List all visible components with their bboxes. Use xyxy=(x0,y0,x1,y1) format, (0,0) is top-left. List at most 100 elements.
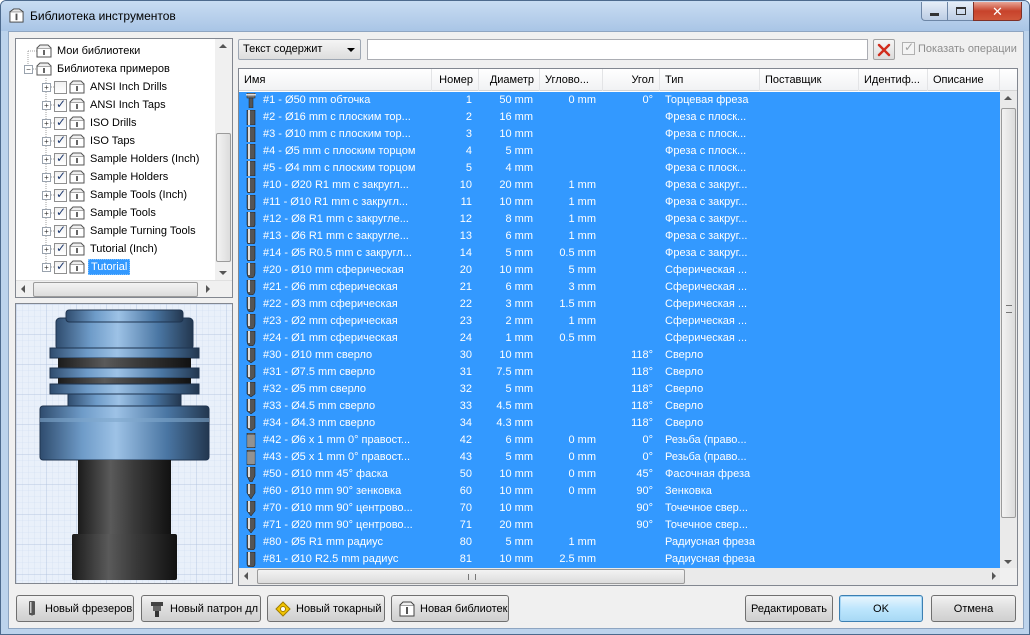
expand-icon[interactable]: + xyxy=(42,172,51,182)
scroll-thumb[interactable] xyxy=(1001,108,1016,518)
tree-item[interactable]: + Tutorial (Inch) xyxy=(42,240,159,258)
tree-item-checkbox[interactable] xyxy=(54,115,67,130)
scroll-left-arrow[interactable] xyxy=(21,285,25,293)
table-row[interactable]: #34 - Ø4.3 mm сверло 34 4.3 mm 118° Сверло xyxy=(239,415,1000,432)
scroll-up-arrow[interactable] xyxy=(219,44,227,48)
tree-vertical-scrollbar[interactable] xyxy=(215,39,232,280)
scroll-up-arrow[interactable] xyxy=(1004,96,1012,100)
tree-horizontal-scrollbar[interactable] xyxy=(16,280,232,297)
tree-item[interactable]: + Sample Tools (Inch) xyxy=(42,186,189,204)
table-row[interactable]: #60 - Ø10 mm 90° зенковка 60 10 mm 0 mm 90° З… xyxy=(239,483,1000,500)
scroll-left-arrow[interactable] xyxy=(244,572,248,580)
column-header[interactable]: Тип xyxy=(660,69,760,91)
table-row[interactable]: #13 - Ø6 R1 mm с закругле... 13 6 mm 1 mm Фр… xyxy=(239,228,1000,245)
table-row[interactable]: #43 - Ø5 x 1 mm 0° правост... 43 5 mm 0 mm 0… xyxy=(239,449,1000,466)
table-row[interactable]: #80 - Ø5 R1 mm радиус 80 5 mm 1 mm Радиусная… xyxy=(239,534,1000,551)
title-bar[interactable]: Библиотека инструментов ✕ xyxy=(1,1,1029,31)
expand-icon[interactable]: + xyxy=(42,100,51,110)
tree-item-checkbox[interactable] xyxy=(54,187,67,202)
tree-item-checkbox[interactable] xyxy=(54,97,67,112)
scroll-down-arrow[interactable] xyxy=(1004,560,1012,564)
tree-item[interactable]: + ANSI Inch Taps xyxy=(42,96,168,114)
column-header[interactable]: Описание xyxy=(928,69,1000,91)
column-header[interactable]: Диаметр xyxy=(479,69,540,91)
scroll-right-arrow[interactable] xyxy=(992,572,996,580)
tree-item-checkbox[interactable] xyxy=(54,133,67,148)
collapse-icon[interactable]: − xyxy=(24,64,33,74)
tree-item[interactable]: + ISO Drills xyxy=(42,114,138,132)
new-library-button[interactable]: Новая библиотек xyxy=(391,595,509,622)
table-row[interactable]: #2 - Ø16 mm с плоским тор... 2 16 mm Фреза … xyxy=(239,109,1000,126)
expand-icon[interactable]: + xyxy=(42,82,51,92)
tree-item[interactable]: + ISO Taps xyxy=(42,132,137,150)
tree-item-checkbox[interactable] xyxy=(54,241,67,256)
new-holder-button[interactable]: Новый патрон дл xyxy=(141,595,261,622)
table-body[interactable]: #1 - Ø50 mm обточка 1 50 mm 0 mm 0° Торцевая … xyxy=(239,92,1000,569)
expand-icon[interactable]: + xyxy=(42,208,51,218)
table-row[interactable]: #22 - Ø3 mm сферическая 22 3 mm 1.5 mm Сфери… xyxy=(239,296,1000,313)
table-row[interactable]: #3 - Ø10 mm с плоским тор... 3 10 mm Фреза … xyxy=(239,126,1000,143)
new-turning-tool-button[interactable]: Новый токарный xyxy=(267,595,385,622)
column-header[interactable]: Угол xyxy=(603,69,660,91)
expand-icon[interactable]: + xyxy=(42,190,51,200)
scroll-down-arrow[interactable] xyxy=(219,271,227,275)
expand-icon[interactable]: + xyxy=(42,226,51,236)
table-vertical-scrollbar[interactable] xyxy=(1000,91,1017,569)
tree-item[interactable]: − Библиотека примеров xyxy=(24,60,172,78)
cancel-button[interactable]: Отмена xyxy=(931,595,1016,622)
table-row[interactable]: #42 - Ø6 x 1 mm 0° правост... 42 6 mm 0 mm 0… xyxy=(239,432,1000,449)
table-row[interactable]: #14 - Ø5 R0.5 mm с закругл... 14 5 mm 0.5 m… xyxy=(239,245,1000,262)
ok-button[interactable]: OK xyxy=(839,595,923,622)
tree-item-checkbox[interactable] xyxy=(54,80,67,94)
table-row[interactable]: #81 - Ø10 R2.5 mm радиус 81 10 mm 2.5 mm Рад… xyxy=(239,551,1000,568)
table-horizontal-scrollbar[interactable] xyxy=(239,568,1001,585)
scroll-thumb[interactable] xyxy=(257,569,685,584)
table-row[interactable]: #11 - Ø10 R1 mm с закругл... 11 10 mm 1 mm Ф… xyxy=(239,194,1000,211)
table-row[interactable]: #4 - Ø5 mm с плоским торцом 4 5 mm Фреза с … xyxy=(239,143,1000,160)
table-row[interactable]: #50 - Ø10 mm 45° фаска 50 10 mm 0 mm 45° Фасо… xyxy=(239,466,1000,483)
table-row[interactable]: #21 - Ø6 mm сферическая 21 6 mm 3 mm Сфериче… xyxy=(239,279,1000,296)
tree-item[interactable]: + Sample Holders (Inch) xyxy=(42,150,201,168)
tools-table[interactable]: Имя Номер Диаметр Углово... Угол Тип Поставщик… xyxy=(238,68,1018,586)
table-row[interactable]: #12 - Ø8 R1 mm с закругле... 12 8 mm 1 mm Фр… xyxy=(239,211,1000,228)
tree-item-checkbox[interactable] xyxy=(54,151,67,166)
tree-item[interactable]: + Sample Holders xyxy=(42,168,170,186)
column-header[interactable]: Имя xyxy=(239,69,432,91)
tree-item[interactable]: + Tutorial xyxy=(42,258,131,276)
expand-icon[interactable]: + xyxy=(42,136,51,146)
table-row[interactable]: #23 - Ø2 mm сферическая 23 2 mm 1 mm Сфериче… xyxy=(239,313,1000,330)
table-row[interactable]: #31 - Ø7.5 mm сверло 31 7.5 mm 118° Сверло xyxy=(239,364,1000,381)
tree-item[interactable]: + Sample Tools xyxy=(42,204,158,222)
column-header[interactable]: Номер xyxy=(432,69,479,91)
column-header[interactable]: Идентиф... xyxy=(859,69,928,91)
close-button[interactable]: ✕ xyxy=(973,2,1022,21)
expand-icon[interactable]: + xyxy=(42,244,51,254)
maximize-button[interactable] xyxy=(947,2,974,21)
table-row[interactable]: #30 - Ø10 mm сверло 30 10 mm 118° Сверло xyxy=(239,347,1000,364)
tree-item-checkbox[interactable] xyxy=(54,205,67,220)
column-header[interactable]: Углово... xyxy=(540,69,603,91)
table-row[interactable]: #71 - Ø20 mm 90° центрово... 71 20 mm 90° То… xyxy=(239,517,1000,534)
table-row[interactable]: #70 - Ø10 mm 90° центрово... 70 10 mm 90° То… xyxy=(239,500,1000,517)
tree-item-checkbox[interactable] xyxy=(54,169,67,184)
table-row[interactable]: #33 - Ø4.5 mm сверло 33 4.5 mm 118° Сверло xyxy=(239,398,1000,415)
show-operations-checkbox[interactable]: Показать операции xyxy=(902,40,1017,55)
expand-icon[interactable]: + xyxy=(42,262,51,272)
tree-item[interactable]: + ANSI Inch Drills xyxy=(42,78,169,96)
clear-filter-button[interactable] xyxy=(873,39,895,60)
scroll-thumb[interactable] xyxy=(33,282,198,297)
scroll-thumb[interactable] xyxy=(216,133,231,262)
scroll-right-arrow[interactable] xyxy=(206,285,210,293)
table-row[interactable]: #20 - Ø10 mm сферическая 20 10 mm 5 mm Сфери… xyxy=(239,262,1000,279)
search-input[interactable] xyxy=(367,39,868,60)
table-row[interactable]: #10 - Ø20 R1 mm с закругл... 10 20 mm 1 mm Ф… xyxy=(239,177,1000,194)
tree-item-checkbox[interactable] xyxy=(54,259,67,274)
tree-item[interactable]: + Sample Turning Tools xyxy=(42,222,198,240)
new-mill-tool-button[interactable]: Новый фрезеров xyxy=(16,595,134,622)
edit-button[interactable]: Редактировать xyxy=(745,595,833,622)
tree-item[interactable]: Мои библиотеки xyxy=(24,42,142,60)
column-header[interactable]: Поставщик xyxy=(760,69,859,91)
table-row[interactable]: #5 - Ø4 mm с плоским торцом 5 4 mm Фреза с … xyxy=(239,160,1000,177)
table-row[interactable]: #1 - Ø50 mm обточка 1 50 mm 0 mm 0° Торцевая … xyxy=(239,92,1000,109)
expand-icon[interactable]: + xyxy=(42,154,51,164)
